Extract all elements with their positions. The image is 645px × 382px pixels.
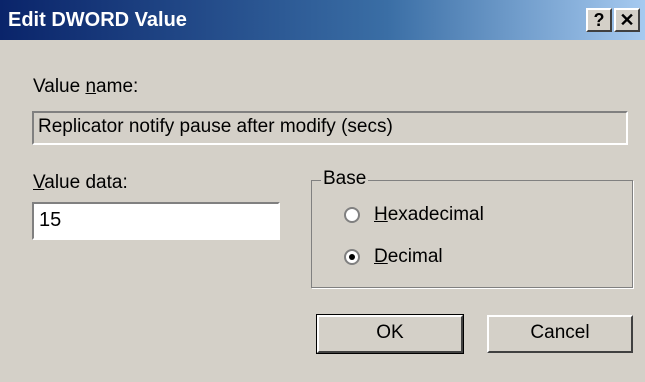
cancel-button[interactable]: Cancel [487,315,633,353]
window-title: Edit DWORD Value [8,9,187,31]
decimal-label[interactable]: Decimal [374,246,443,268]
hexadecimal-label[interactable]: Hexadecimal [374,204,484,226]
radio-selected-dot [349,254,355,260]
decimal-radio[interactable] [344,249,360,265]
close-button[interactable]: ✕ [614,8,640,32]
value-data-input[interactable]: 15 [32,202,280,240]
title-bar[interactable]: Edit DWORD Value ? ✕ [0,0,645,40]
ok-button[interactable]: OK [316,314,464,354]
value-data-label: Value data: [33,172,128,193]
hexadecimal-radio[interactable] [344,207,360,223]
edit-dword-dialog: Edit DWORD Value ? ✕ Value name: Replica… [0,0,645,382]
base-legend: Base [321,168,369,190]
help-button[interactable]: ? [586,8,612,32]
value-name-field: Replicator notify pause after modify (se… [32,111,628,145]
base-group: Base Hexadecimal Decimal [311,168,633,288]
value-name-label: Value name: [33,76,139,97]
